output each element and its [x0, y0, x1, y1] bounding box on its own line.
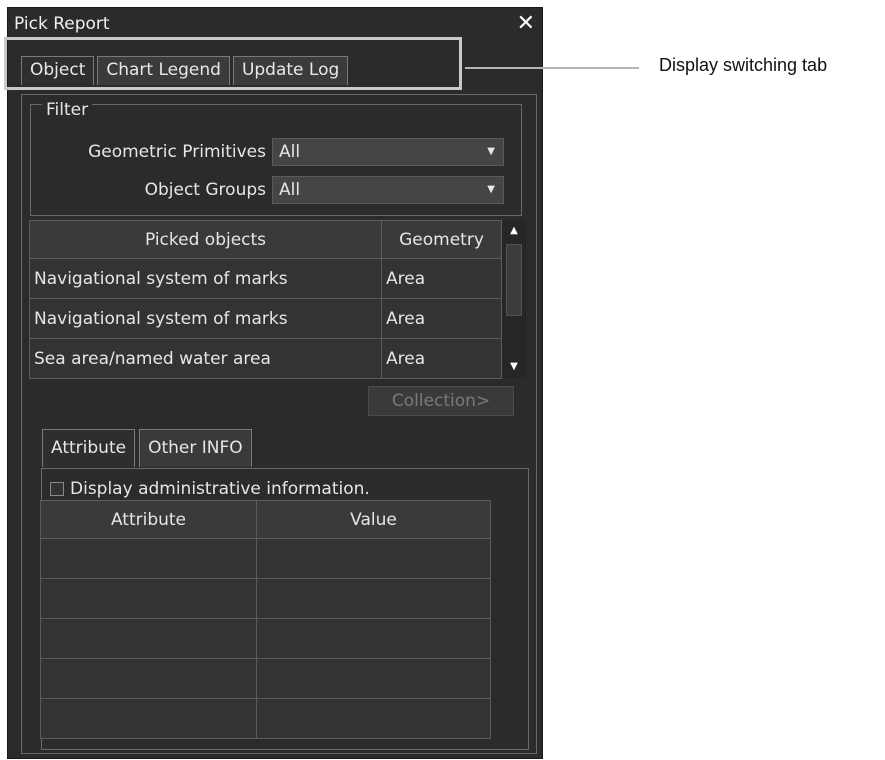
filter-legend: Filter [42, 100, 93, 120]
table-row[interactable]: Sea area/named water area Area [29, 338, 502, 379]
picked-object-cell: Sea area/named water area [29, 338, 382, 379]
picked-objects-header[interactable]: Picked objects [29, 220, 382, 259]
title-bar: Pick Report ✕ [8, 8, 542, 40]
table-row[interactable] [40, 538, 491, 579]
value-cell [256, 698, 491, 739]
tab-attribute[interactable]: Attribute [42, 429, 136, 467]
scroll-up-icon[interactable]: ▲ [502, 220, 526, 242]
attribute-cell [40, 618, 257, 659]
table-row[interactable] [40, 618, 491, 659]
pick-report-window: Pick Report ✕ Object Chart Legend Update… [7, 7, 543, 759]
tab-highlight-box [4, 37, 462, 90]
picked-object-cell: Navigational system of marks [29, 298, 382, 339]
geometry-cell: Area [381, 338, 502, 379]
collection-button[interactable]: Collection> [368, 386, 514, 416]
attribute-table: Attribute Value [40, 500, 491, 739]
object-groups-label: Object Groups [144, 180, 266, 200]
geometric-primitives-label: Geometric Primitives [88, 142, 266, 162]
callout-label: Display switching tab [659, 55, 828, 75]
table-row[interactable] [40, 578, 491, 619]
object-groups-value: All [279, 180, 301, 200]
display-admin-info-checkbox[interactable]: Display administrative information. [50, 479, 370, 499]
dropdown-arrow-icon: ▼ [487, 146, 495, 157]
scroll-thumb[interactable] [506, 244, 522, 316]
attribute-header[interactable]: Attribute [40, 500, 257, 539]
geometry-cell: Area [381, 258, 502, 299]
value-cell [256, 618, 491, 659]
value-cell [256, 658, 491, 699]
geometry-cell: Area [381, 298, 502, 339]
picked-objects-table: Picked objects Geometry Navigational sys… [29, 220, 502, 379]
display-admin-info-label: Display administrative information. [70, 479, 370, 499]
attribute-cell [40, 578, 257, 619]
window-title: Pick Report [14, 14, 110, 34]
attribute-cell [40, 698, 257, 739]
picked-object-cell: Navigational system of marks [29, 258, 382, 299]
table-row[interactable]: Navigational system of marks Area [29, 298, 502, 339]
value-cell [256, 578, 491, 619]
table-row[interactable] [40, 698, 491, 739]
geometric-primitives-select[interactable]: All ▼ [272, 138, 504, 166]
close-icon[interactable]: ✕ [517, 12, 535, 36]
table-row[interactable]: Navigational system of marks Area [29, 258, 502, 299]
table-row[interactable] [40, 658, 491, 699]
tab-other-info[interactable]: Other INFO [139, 429, 252, 467]
object-groups-select[interactable]: All ▼ [272, 176, 504, 204]
callout-line [465, 67, 639, 69]
scroll-down-icon[interactable]: ▼ [502, 356, 526, 378]
detail-tabs: Attribute Other INFO [42, 429, 252, 467]
geometric-primitives-value: All [279, 142, 301, 162]
value-cell [256, 538, 491, 579]
checkbox-icon[interactable] [50, 482, 64, 496]
value-header[interactable]: Value [256, 500, 491, 539]
attribute-cell [40, 538, 257, 579]
dropdown-arrow-icon: ▼ [487, 184, 495, 195]
attribute-cell [40, 658, 257, 699]
objects-scrollbar[interactable]: ▲ ▼ [502, 220, 526, 378]
geometry-header[interactable]: Geometry [381, 220, 502, 259]
